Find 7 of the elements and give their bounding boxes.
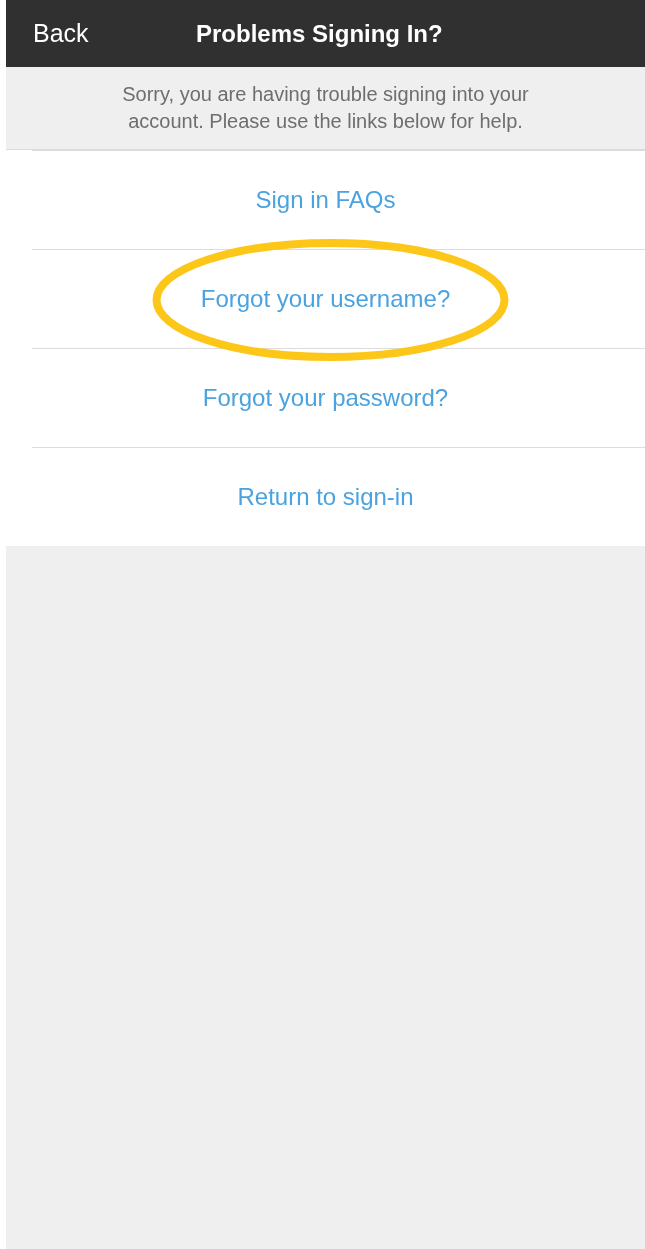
help-link[interactable]: Sign in FAQs xyxy=(255,186,396,214)
help-link[interactable]: Forgot your username? xyxy=(200,285,451,313)
help-link[interactable]: Forgot your password? xyxy=(202,384,449,412)
back-button[interactable]: Back xyxy=(33,19,89,48)
help-link[interactable]: Return to sign-in xyxy=(237,483,414,511)
help-message: Sorry, you are having trouble signing into your account. Please use the links below for help. xyxy=(121,82,530,134)
screen-title: Problems Signing In? xyxy=(196,19,443,48)
